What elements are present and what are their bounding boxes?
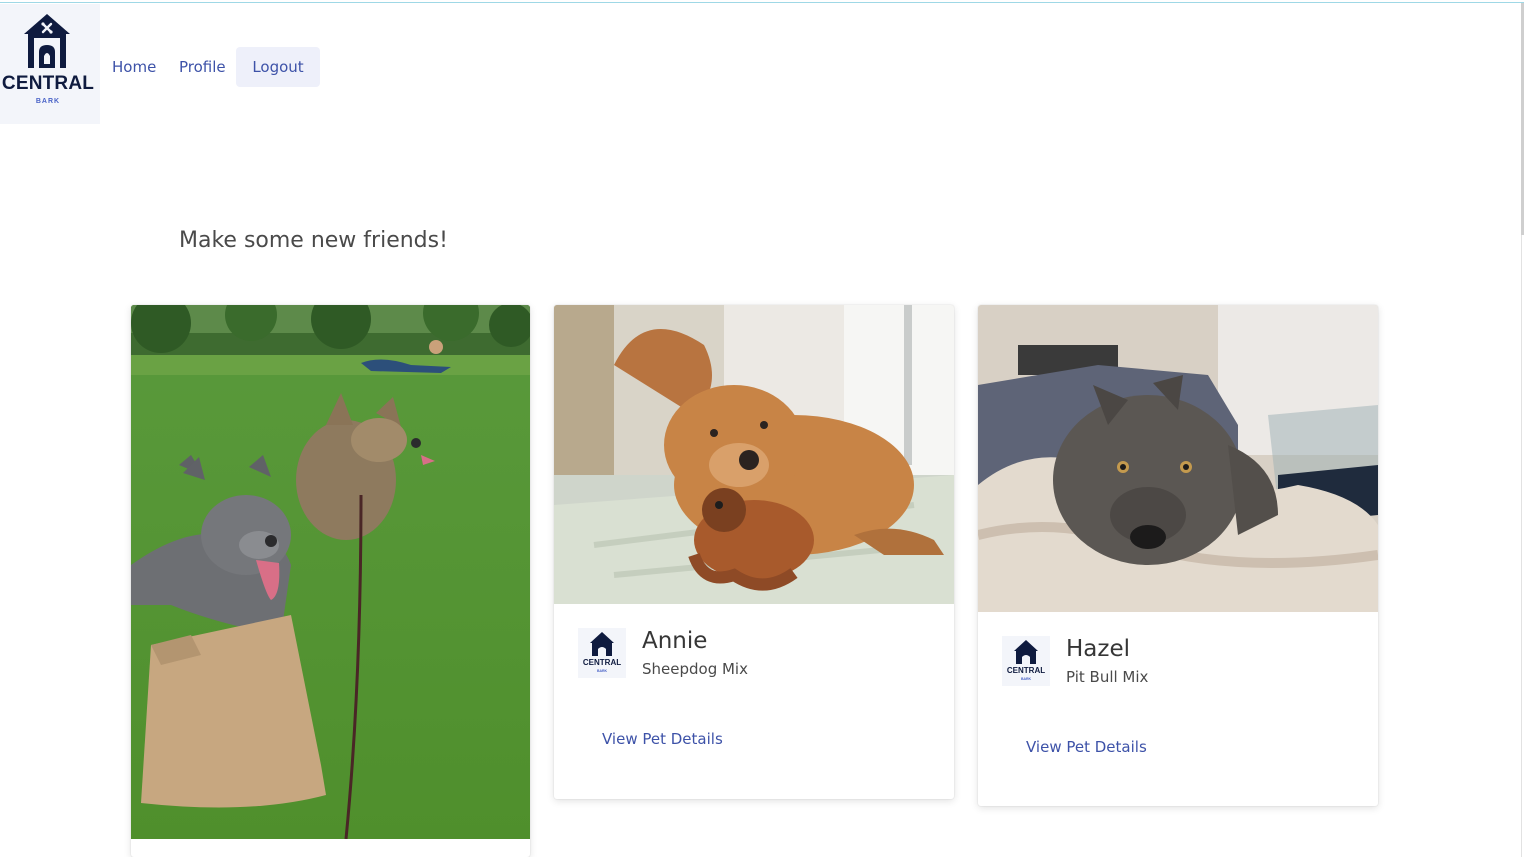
central-bark-logo[interactable]: CENTRAL BARK [0,4,100,124]
golden-dog-with-toy-photo[interactable] [554,305,954,604]
two-dogs-in-park-photo[interactable] [131,305,530,839]
svg-text:BARK: BARK [1021,677,1032,681]
central-bark-logo: CENTRAL BARK [578,628,626,678]
gray-dog-on-blanket-photo[interactable] [978,305,1378,612]
pet-breed: Pit Bull Mix [1066,668,1149,686]
top-border [0,2,1524,3]
view-pet-details-link[interactable]: View Pet Details [602,730,723,748]
nav-logout-button[interactable]: Logout [236,47,320,87]
page-heading: Make some new friends! [179,228,448,253]
doghouse-icon [24,14,70,68]
logo-sub-text: BARK [35,98,61,105]
svg-text:CENTRAL: CENTRAL [1007,666,1045,675]
pet-name: Hazel [1066,636,1131,662]
pet-card[interactable]: CENTRAL BARK Hazel Pit Bull Mix View Pet… [978,305,1378,806]
pet-card[interactable]: CENTRAL BARK Annie Sheepdog Mix View Pet… [554,305,954,799]
svg-text:BARK: BARK [597,669,608,673]
nav-profile-link[interactable]: Profile [179,47,226,87]
view-pet-details-link[interactable]: View Pet Details [1026,738,1147,756]
pet-card[interactable] [131,305,530,857]
pet-name: Annie [642,628,708,654]
logo-brand-text: CENTRAL [1,73,95,94]
pet-breed: Sheepdog Mix [642,660,748,678]
nav-home-link[interactable]: Home [112,47,156,87]
central-bark-logo: CENTRAL BARK [1002,636,1050,686]
svg-text:CENTRAL: CENTRAL [583,658,621,667]
